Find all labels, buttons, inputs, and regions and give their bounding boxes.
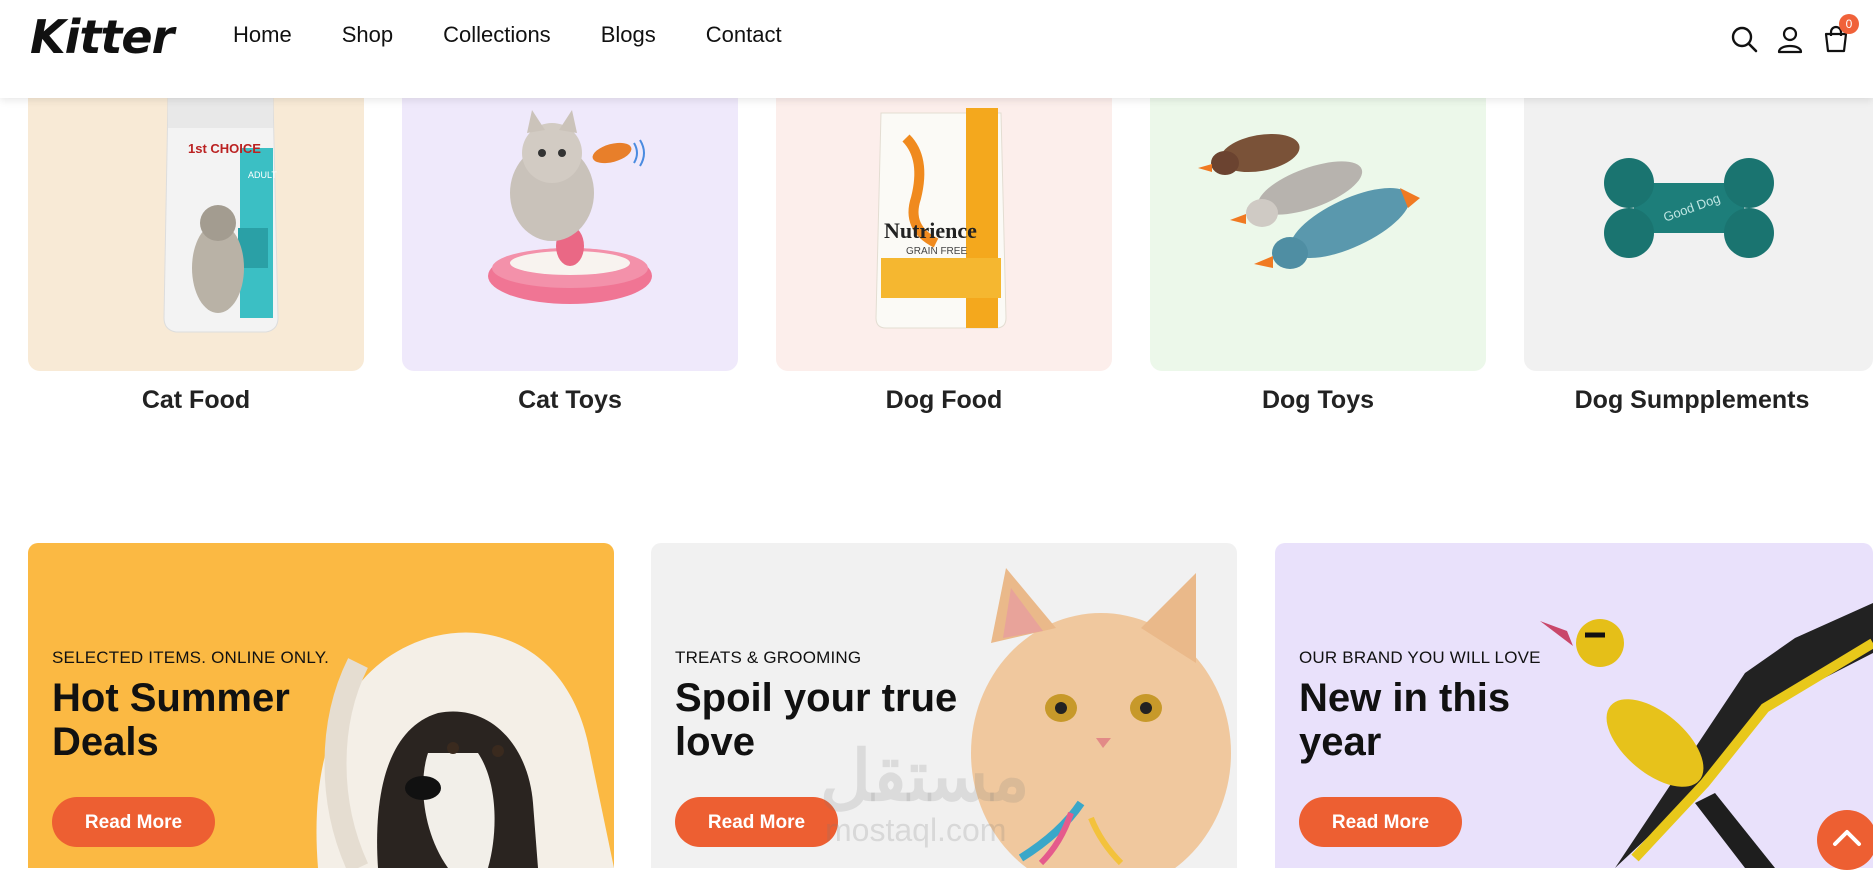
- cart-icon[interactable]: 0: [1821, 14, 1859, 54]
- nav-blogs[interactable]: Blogs: [601, 22, 656, 48]
- duck-toys-image: [1198, 133, 1420, 269]
- read-more-button[interactable]: Read More: [675, 797, 838, 847]
- nav-shop[interactable]: Shop: [342, 22, 393, 48]
- site-header: Kitter Home Shop Collections Blogs Conta…: [0, 0, 1873, 98]
- cat-food-brand: 1st CHOICE: [188, 141, 261, 156]
- read-more-button[interactable]: Read More: [52, 797, 215, 847]
- dog-food-sub: GRAIN FREE: [906, 246, 967, 257]
- promo-eyebrow: OUR BRAND YOU WILL LOVE: [1299, 648, 1541, 667]
- read-more-button[interactable]: Read More: [1299, 797, 1462, 847]
- cat-food-bag-image: 1st CHOICE ADULT: [163, 98, 279, 333]
- chevron-up-icon: [1833, 830, 1861, 846]
- nav-home[interactable]: Home: [233, 22, 292, 48]
- category-label-dog-supplements[interactable]: Dog Sumpplements: [1524, 386, 1860, 415]
- promo-title: Hot Summer Deals: [52, 676, 290, 764]
- category-label-cat-food[interactable]: Cat Food: [28, 386, 364, 415]
- nav-contact[interactable]: Contact: [706, 22, 782, 48]
- promo-eyebrow: SELECTED ITEMS. ONLINE ONLY.: [52, 648, 330, 667]
- nav-collections[interactable]: Collections: [443, 22, 551, 48]
- cart-count-badge: 0: [1839, 14, 1859, 34]
- category-label-dog-toys[interactable]: Dog Toys: [1150, 386, 1486, 415]
- brand-logo[interactable]: Kitter: [30, 10, 174, 64]
- promo-banner-new-this-year: OUR BRAND YOU WILL LOVE New in this year…: [1275, 543, 1873, 868]
- cat-food-sub: ADULT: [248, 170, 277, 180]
- header-actions: 0: [1723, 14, 1873, 56]
- dog-food-brand: Nutrience: [884, 218, 977, 243]
- user-icon[interactable]: [1775, 24, 1805, 54]
- search-icon[interactable]: [1729, 24, 1759, 54]
- cat-toy-image: [488, 110, 652, 304]
- watermark-latin: mostaql.com: [825, 812, 1007, 848]
- category-card-dog-food[interactable]: Nutrience GRAIN FREE: [776, 98, 1112, 371]
- watermark-arabic: مستقل: [820, 737, 1030, 815]
- promo-eyebrow: TREATS & GROOMING: [675, 648, 862, 667]
- dog-food-bag-image: Nutrience GRAIN FREE: [875, 108, 1007, 329]
- category-card-dog-toys[interactable]: [1150, 98, 1486, 371]
- category-card-cat-food[interactable]: 1st CHOICE ADULT: [28, 98, 364, 371]
- main-nav: Home Shop Collections Blogs Contact: [233, 22, 832, 48]
- category-card-cat-toys[interactable]: [402, 98, 738, 371]
- category-label-cat-toys[interactable]: Cat Toys: [402, 386, 738, 415]
- bone-toy-image: Good Dog: [1604, 158, 1774, 258]
- promo-title: New in this year: [1299, 676, 1511, 764]
- promo-banner-summer-deals: SELECTED ITEMS. ONLINE ONLY. Hot Summer …: [28, 543, 614, 868]
- category-label-dog-food[interactable]: Dog Food: [776, 386, 1112, 415]
- category-card-dog-supplements[interactable]: Good Dog: [1524, 98, 1873, 371]
- scroll-to-top-button[interactable]: [1817, 810, 1873, 870]
